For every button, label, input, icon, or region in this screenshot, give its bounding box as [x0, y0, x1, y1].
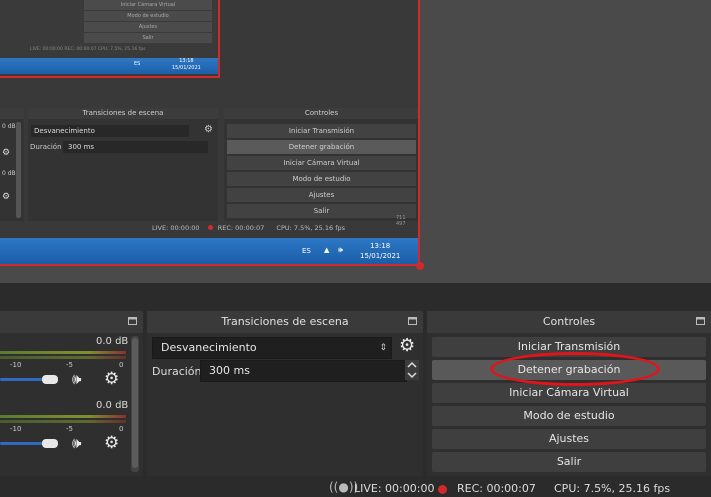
- start-streaming-button[interactable]: Iniciar Transmisión: [432, 337, 706, 357]
- l2-clock-time: 13:18: [179, 58, 194, 64]
- speaker-icon: 🕪: [338, 245, 344, 254]
- l2-clock: 13:18 15/01/2021: [172, 58, 201, 72]
- l1-res-height: 497: [396, 221, 406, 227]
- preview-canvas[interactable]: Iniciar Cámara Virtual Modo de estudio A…: [0, 0, 711, 283]
- controls-title: Controles: [427, 311, 711, 333]
- chevron-down-icon[interactable]: [407, 372, 417, 379]
- l1-scrollbar: [16, 122, 21, 218]
- l1-control-button: Iniciar Cámara Virtual: [227, 156, 416, 170]
- speaker-icon[interactable]: 🕪: [72, 434, 81, 452]
- l1-duration-label: Duración: [30, 143, 62, 151]
- updown-arrows-icon: ⇕: [379, 343, 387, 353]
- l1-status-cpu: CPU: 7.5%, 25.16 fps: [276, 224, 345, 232]
- l2-tray-language: ES: [134, 61, 141, 67]
- gear-icon[interactable]: ⚙: [399, 335, 415, 356]
- l2-button: Modo de estudio: [84, 11, 212, 22]
- status-bar: ((●)) LIVE: 00:00:00 REC: 00:00:07 CPU: …: [0, 478, 711, 497]
- l1-taskbar: [0, 238, 418, 264]
- speaker-icon[interactable]: 🕪: [72, 370, 81, 388]
- float-dock-icon[interactable]: [408, 317, 417, 325]
- settings-button[interactable]: Ajustes: [432, 429, 706, 449]
- meter-tick-label: -10: [10, 361, 22, 369]
- duration-stepper[interactable]: [405, 360, 419, 380]
- rec-dot-icon: [207, 225, 213, 230]
- duration-value: 300 ms: [209, 364, 250, 377]
- l1-clock: 13:18 15/01/2021: [360, 241, 400, 261]
- l2-status-text: LIVE: 00:00:00 REC: 00:00:07 CPU: 7.5%, …: [30, 47, 146, 52]
- scene-transitions-dock: Transiciones de escena Desvanecimiento ⇕…: [147, 311, 423, 476]
- volume-slider-handle[interactable]: [42, 375, 58, 384]
- transition-select[interactable]: Desvanecimiento ⇕: [152, 337, 392, 359]
- meter-tick-label: -5: [66, 361, 73, 369]
- duration-input[interactable]: 300 ms: [200, 360, 407, 382]
- l1-control-button: Ajustes: [227, 188, 416, 202]
- l2-clock-date: 15/01/2021: [172, 65, 201, 71]
- audio-meter: [0, 351, 126, 354]
- status-rec: REC: 00:00:07: [457, 482, 536, 495]
- l2-button: Salir: [84, 33, 212, 44]
- l1-control-button: Iniciar Transmisión: [227, 124, 416, 138]
- stop-recording-button[interactable]: Detener grabación: [432, 360, 706, 380]
- audio-mixer-titlebar: [0, 311, 143, 333]
- rec-dot-icon: [438, 485, 447, 494]
- l1-status-bar: LIVE: 00:00:00 REC: 00:00:07 CPU: 7.5%, …: [152, 224, 345, 232]
- l1-audio-db: 0 dB: [2, 123, 16, 130]
- l1-clock-time: 13:18: [370, 242, 391, 250]
- source-resize-handle[interactable]: [416, 262, 424, 270]
- transition-select-value: Desvanecimiento: [161, 341, 257, 354]
- meter-tick-label: 0: [119, 361, 124, 369]
- start-virtual-camera-button[interactable]: Iniciar Cámara Virtual: [432, 383, 706, 403]
- studio-mode-button[interactable]: Modo de estudio: [432, 406, 706, 426]
- duration-label: Duración: [152, 365, 202, 378]
- controls-dock: Controles Iniciar Transmisión Detener gr…: [427, 311, 711, 476]
- l1-status-live: LIVE: 00:00:00: [152, 224, 200, 232]
- status-cpu: CPU: 7.5%, 25.16 fps: [554, 482, 671, 495]
- float-dock-icon[interactable]: [128, 317, 137, 325]
- gear-icon: ⚙: [2, 148, 11, 158]
- l1-resolution: 711 497: [396, 215, 406, 227]
- l1-audio-db: 0 dB: [2, 170, 16, 177]
- l1-transitions-title: Transiciones de escena: [28, 108, 218, 119]
- gear-icon[interactable]: ⚙: [104, 369, 119, 389]
- l1-controls-dock: Controles Iniciar Transmisión Detener gr…: [224, 108, 418, 221]
- l1-transitions-dock: Transiciones de escena Desvanecimiento ⚙…: [28, 108, 218, 221]
- gear-icon: ⚙: [2, 192, 11, 202]
- tray-arrow-icon: ▲: [324, 246, 330, 254]
- l1-control-button: Detener grabación: [227, 140, 416, 154]
- l1-duration-input: 300 ms: [63, 141, 208, 153]
- audio-scrollbar[interactable]: [131, 336, 139, 472]
- channel-db-label: 0.0 dB: [96, 336, 129, 347]
- transitions-title: Transiciones de escena: [147, 311, 423, 333]
- volume-slider-handle[interactable]: [42, 439, 58, 448]
- audio-mixer-dock: 0.0 dB -10 -5 0 🕪 ⚙ 0.0 dB -10 -5 0 🕪 ⚙: [0, 311, 143, 476]
- gear-icon[interactable]: ⚙: [104, 433, 119, 453]
- audio-meter: [0, 415, 126, 418]
- l1-status-rec: REC: 00:00:07: [217, 224, 265, 232]
- nested-capture-level2: Iniciar Cámara Virtual Modo de estudio A…: [0, 0, 220, 78]
- exit-button[interactable]: Salir: [432, 452, 706, 472]
- l1-controls-title: Controles: [224, 108, 418, 119]
- meter-tick-label: 0: [119, 425, 124, 433]
- l1-audio-mixer: 0 dB ⚙ 0 dB ⚙: [0, 108, 24, 221]
- channel-db-label: 0.0 dB: [96, 400, 129, 411]
- audio-meter: [0, 356, 126, 359]
- audio-meter: [0, 420, 126, 423]
- l1-control-button: Modo de estudio: [227, 172, 416, 186]
- l2-button: Iniciar Cámara Virtual: [84, 0, 212, 11]
- gear-icon: ⚙: [204, 124, 213, 135]
- l1-clock-date: 15/01/2021: [360, 252, 401, 260]
- l1-transition-select: Desvanecimiento: [31, 125, 189, 137]
- meter-tick-label: -5: [66, 425, 73, 433]
- l1-control-button: Salir: [227, 204, 416, 218]
- float-dock-icon[interactable]: [696, 317, 705, 325]
- meter-tick-label: -10: [10, 425, 22, 433]
- chevron-up-icon[interactable]: [407, 361, 417, 368]
- display-capture-source[interactable]: Iniciar Cámara Virtual Modo de estudio A…: [0, 0, 420, 266]
- l1-tray-language: ES: [302, 247, 311, 255]
- l2-button: Ajustes: [84, 22, 212, 33]
- status-live: LIVE: 00:00:00: [354, 482, 435, 495]
